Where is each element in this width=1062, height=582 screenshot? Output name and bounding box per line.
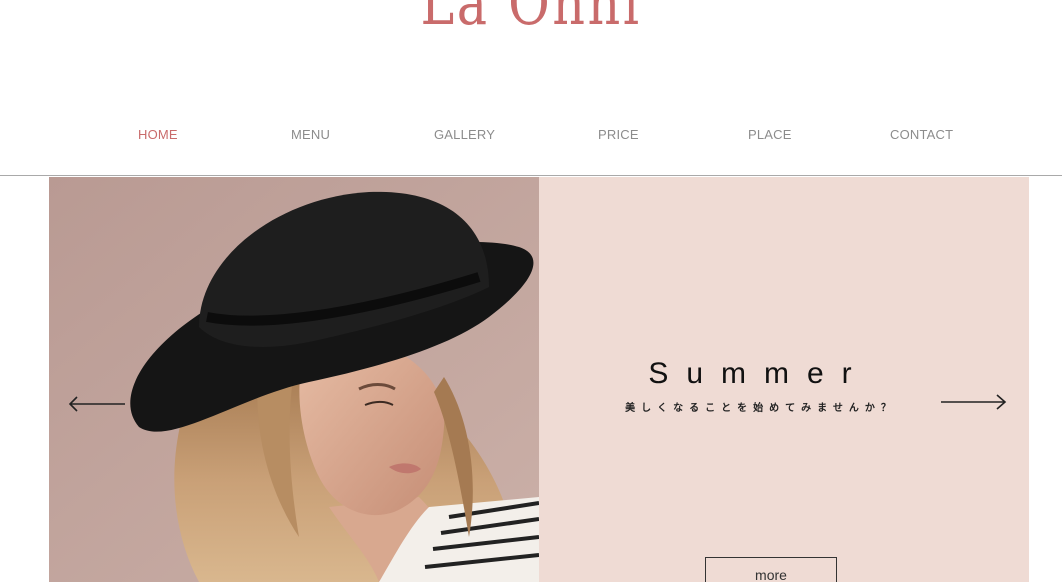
nav-item-gallery[interactable]: GALLERY bbox=[434, 124, 495, 146]
slide-title: Summer bbox=[648, 357, 870, 390]
site-header: La Onni HOME MENU GALLERY PRICE PLACE CO… bbox=[0, 0, 1062, 176]
woman-in-black-hat-photo bbox=[49, 177, 539, 582]
arrow-left-icon[interactable] bbox=[67, 394, 127, 418]
header-divider bbox=[0, 175, 1062, 176]
nav-item-contact[interactable]: CONTACT bbox=[890, 124, 953, 146]
nav-item-menu[interactable]: MENU bbox=[291, 124, 330, 146]
slide-subtitle: 美しくなることを始めてみませんか？ bbox=[625, 403, 897, 414]
hero-slideshow: Summer 美しくなることを始めてみませんか？ more bbox=[49, 177, 1029, 582]
nav-item-home[interactable]: HOME bbox=[138, 124, 178, 146]
nav-item-place[interactable]: PLACE bbox=[748, 124, 792, 146]
site-logo[interactable]: La Onni bbox=[96, 0, 967, 39]
main-nav: HOME MENU GALLERY PRICE PLACE CONTACT bbox=[0, 124, 1062, 148]
arrow-right-icon[interactable] bbox=[939, 393, 1009, 417]
more-button[interactable]: more bbox=[705, 557, 837, 582]
nav-item-price[interactable]: PRICE bbox=[598, 124, 639, 146]
